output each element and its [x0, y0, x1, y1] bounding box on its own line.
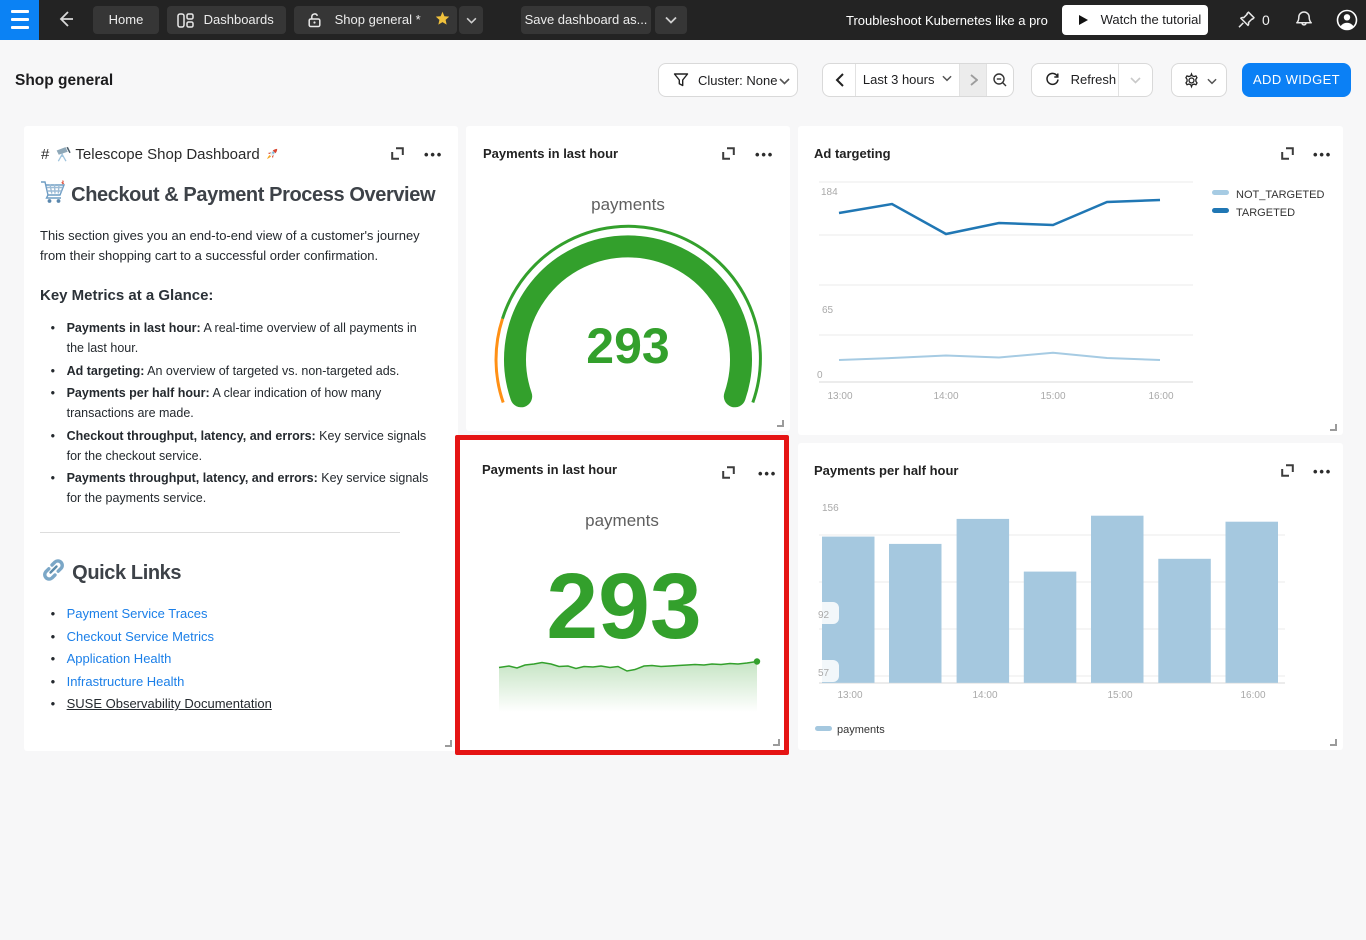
svg-text:293: 293: [586, 318, 669, 374]
svg-text:14:00: 14:00: [972, 690, 997, 701]
svg-text:14:00: 14:00: [933, 391, 958, 402]
svg-text:92: 92: [818, 610, 830, 621]
svg-text:156: 156: [822, 503, 839, 514]
svg-text:13:00: 13:00: [837, 690, 862, 701]
svg-text:184: 184: [821, 187, 838, 198]
svg-text:payments: payments: [837, 724, 885, 736]
svg-text:0: 0: [817, 370, 823, 381]
svg-text:57: 57: [818, 668, 830, 679]
svg-text:13:00: 13:00: [827, 391, 852, 402]
svg-text:65: 65: [822, 305, 834, 316]
svg-text:16:00: 16:00: [1240, 690, 1265, 701]
svg-text:16:00: 16:00: [1148, 391, 1173, 402]
svg-text:15:00: 15:00: [1040, 391, 1065, 402]
svg-text:TARGETED: TARGETED: [1236, 207, 1295, 219]
svg-text:NOT_TARGETED: NOT_TARGETED: [1236, 189, 1324, 201]
svg-text:15:00: 15:00: [1107, 690, 1132, 701]
